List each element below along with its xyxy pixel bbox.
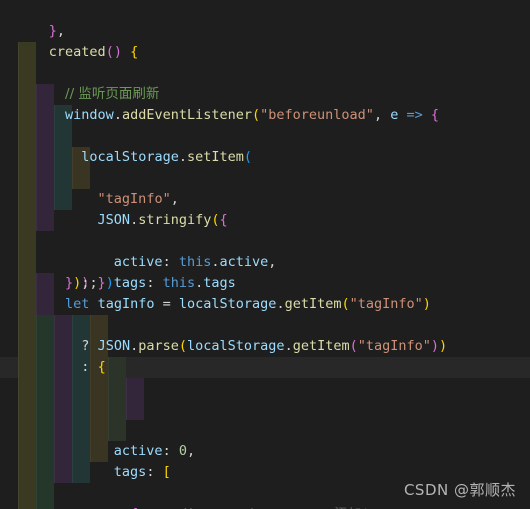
code-line[interactable]: tags: this.tags [0, 168, 530, 291]
code-line[interactable]: }); [0, 231, 530, 291]
code-line[interactable]: window.addEventListener("beforeunload", … [0, 63, 530, 123]
code-line[interactable]: } [0, 420, 530, 441]
code-editor-viewport[interactable]: }, created() { // 监听页面刷新 window.addEvent… [0, 0, 530, 509]
code-line[interactable]: created() { [0, 21, 530, 60]
code-line[interactable]: this.active = tagInfo.active; [0, 483, 530, 504]
code-line[interactable]: }, [0, 0, 530, 39]
code-line[interactable]: active: 0, [0, 315, 530, 459]
code-line[interactable]: name: "Firstpage1", [0, 378, 530, 399]
code-line[interactable]: JSON.stringify({ [0, 126, 530, 228]
code-line[interactable]: path: "/First/page1" [0, 399, 530, 420]
